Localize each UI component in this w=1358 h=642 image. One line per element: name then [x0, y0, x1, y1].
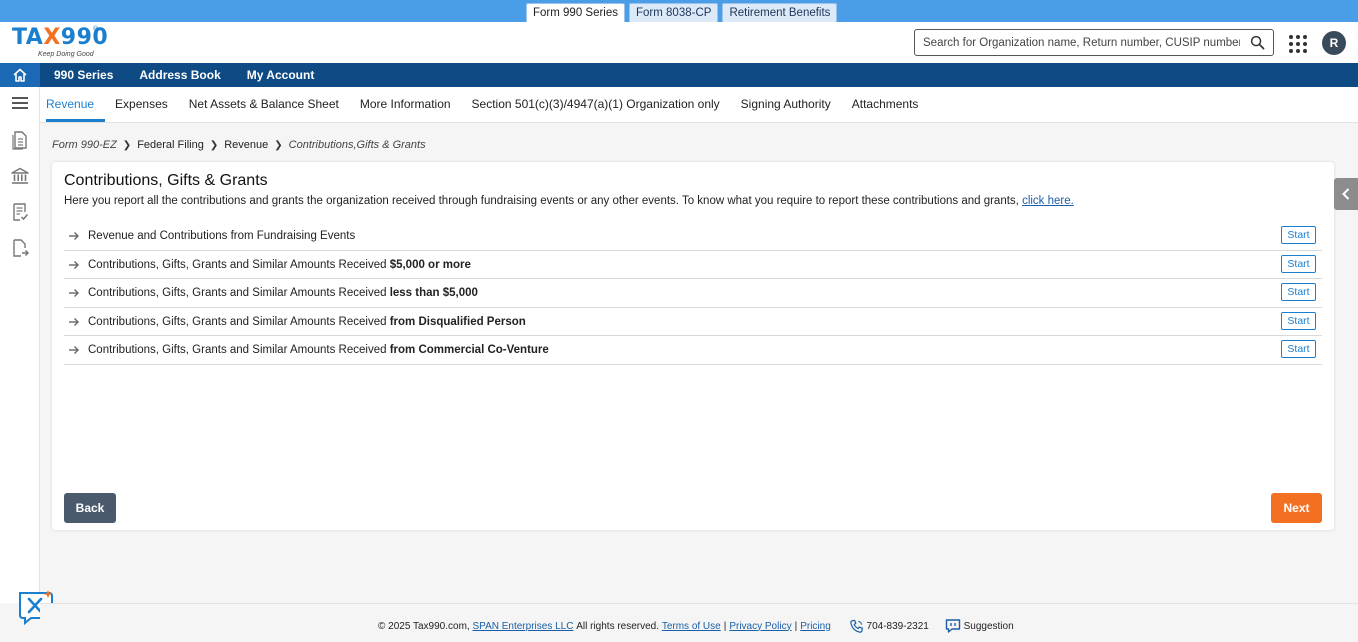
next-button[interactable]: Next [1271, 493, 1322, 523]
checklist-icon[interactable] [10, 202, 30, 222]
product-tabs: Form 990 Series Form 8038-CP Retirement … [526, 3, 838, 22]
export-icon[interactable] [10, 238, 30, 258]
contributions-card: Contributions, Gifts & Grants Here you r… [52, 162, 1334, 530]
main-nav: 990 Series Address Book My Account [0, 63, 1358, 87]
chevron-right-icon: ❯ [274, 139, 283, 151]
nav-item-address-book[interactable]: Address Book [139, 63, 220, 87]
footer-phone-number: 704-839-2321 [866, 620, 929, 632]
search-box [914, 29, 1274, 56]
list-item: Contributions, Gifts, Grants and Similar… [64, 279, 1322, 308]
search-icon[interactable] [1250, 35, 1265, 50]
arrow-right-icon [69, 317, 79, 326]
start-button[interactable]: Start [1281, 340, 1316, 359]
logo-text-end: 990 [60, 25, 109, 50]
tab-more-information[interactable]: More Information [350, 87, 462, 121]
footer-pricing-link[interactable]: Pricing [800, 621, 831, 632]
logo-registered: ® [93, 26, 99, 33]
logo-text-x: X [43, 25, 61, 50]
footer: © 2025 Tax990.com, SPAN Enterprises LLC … [40, 603, 1358, 642]
schedule-list: Revenue and Contributions from Fundraisi… [64, 222, 1322, 365]
apps-grid-icon[interactable] [1289, 35, 1307, 53]
logo-text: TAX990 [12, 25, 108, 50]
nav-item-990-series[interactable]: 990 Series [54, 63, 113, 87]
arrow-right-icon [69, 232, 79, 240]
arrow-right-icon [69, 346, 79, 355]
footer-privacy-link[interactable]: Privacy Policy [729, 621, 791, 632]
list-item-label: Contributions, Gifts, Grants and Similar… [88, 258, 471, 271]
list-item: Contributions, Gifts, Grants and Similar… [64, 336, 1322, 365]
list-item-label: Contributions, Gifts, Grants and Similar… [88, 344, 549, 357]
product-tab-form-8038-cp[interactable]: Form 8038-CP [629, 3, 719, 22]
breadcrumb: Form 990-EZ ❯ Federal Filing ❯ Revenue ❯… [52, 139, 426, 151]
document-icon[interactable] [10, 130, 30, 150]
breadcrumb-form[interactable]: Form 990-EZ [52, 139, 117, 151]
logo-tagline: Keep Doing Good [38, 51, 94, 58]
phone-icon [850, 619, 863, 633]
footer-copyright: © 2025 Tax990.com, [378, 620, 470, 632]
tab-attachments[interactable]: Attachments [842, 87, 930, 121]
page-title: Contributions, Gifts & Grants [64, 172, 268, 189]
suggestion-icon [945, 619, 961, 633]
page-description: Here you report all the contributions an… [64, 195, 1074, 207]
breadcrumb-federal-filing[interactable]: Federal Filing [137, 139, 204, 151]
list-item-label: Contributions, Gifts, Grants and Similar… [88, 287, 478, 300]
list-item-label: Contributions, Gifts, Grants and Similar… [88, 315, 526, 328]
footer-rights: All rights reserved. [576, 620, 660, 632]
footer-suggestion-label: Suggestion [963, 620, 1014, 632]
breadcrumb-revenue[interactable]: Revenue [224, 139, 268, 151]
chevron-left-icon [1342, 188, 1350, 200]
description-text: Here you report all the contributions an… [64, 195, 1019, 207]
start-button[interactable]: Start [1281, 311, 1316, 330]
left-sidebar [0, 87, 40, 603]
menu-icon[interactable] [10, 93, 30, 113]
section-tabs-bar: Revenue Expenses Net Assets & Balance Sh… [40, 87, 1358, 123]
tab-section-501c3[interactable]: Section 501(c)(3)/4947(a)(1) Organizatio… [462, 87, 731, 121]
chevron-right-icon: ❯ [122, 139, 132, 151]
search-input[interactable] [915, 30, 1240, 55]
start-button[interactable]: Start [1281, 283, 1316, 302]
tab-net-assets-balance-sheet[interactable]: Net Assets & Balance Sheet [179, 87, 350, 121]
tab-expenses[interactable]: Expenses [105, 87, 179, 121]
nav-item-my-account[interactable]: My Account [247, 63, 315, 87]
breadcrumb-current: Contributions,Gifts & Grants [288, 139, 426, 151]
product-bar: Form 990 Series Form 8038-CP Retirement … [0, 0, 1358, 22]
logo-text-start: TA [12, 25, 44, 50]
footer-terms-link[interactable]: Terms of Use [662, 621, 721, 632]
start-button[interactable]: Start [1281, 254, 1316, 273]
list-item: Contributions, Gifts, Grants and Similar… [64, 251, 1322, 280]
start-button[interactable]: Start [1281, 226, 1316, 244]
arrow-right-icon [69, 260, 79, 269]
home-icon [13, 68, 27, 82]
logo[interactable]: TAX990 ® Keep Doing Good [12, 25, 108, 60]
footer-phone[interactable]: 704-839-2321 [849, 619, 929, 634]
footer-suggestion[interactable]: Suggestion [945, 618, 1014, 634]
footer-company-link[interactable]: SPAN Enterprises LLC [472, 621, 573, 632]
tab-revenue[interactable]: Revenue [46, 87, 106, 122]
avatar[interactable]: R [1322, 31, 1346, 55]
nav-home-button[interactable] [0, 63, 40, 87]
tab-signing-authority[interactable]: Signing Authority [731, 87, 842, 121]
click-here-link[interactable]: click here. [1022, 195, 1074, 207]
product-tab-form-990-series[interactable]: Form 990 Series [526, 3, 626, 22]
list-item: Revenue and Contributions from Fundraisi… [64, 222, 1322, 251]
list-item-label: Revenue and Contributions from Fundraisi… [88, 230, 356, 242]
arrow-right-icon [69, 289, 79, 298]
list-item: Contributions, Gifts, Grants and Similar… [64, 308, 1322, 337]
header: TAX990 ® Keep Doing Good R [0, 22, 1358, 63]
back-button[interactable]: Back [64, 493, 116, 523]
bank-icon[interactable] [10, 166, 30, 186]
product-tab-retirement-benefits[interactable]: Retirement Benefits [722, 3, 838, 22]
side-panel-toggle[interactable] [1334, 178, 1358, 210]
chevron-right-icon: ❯ [209, 139, 219, 151]
